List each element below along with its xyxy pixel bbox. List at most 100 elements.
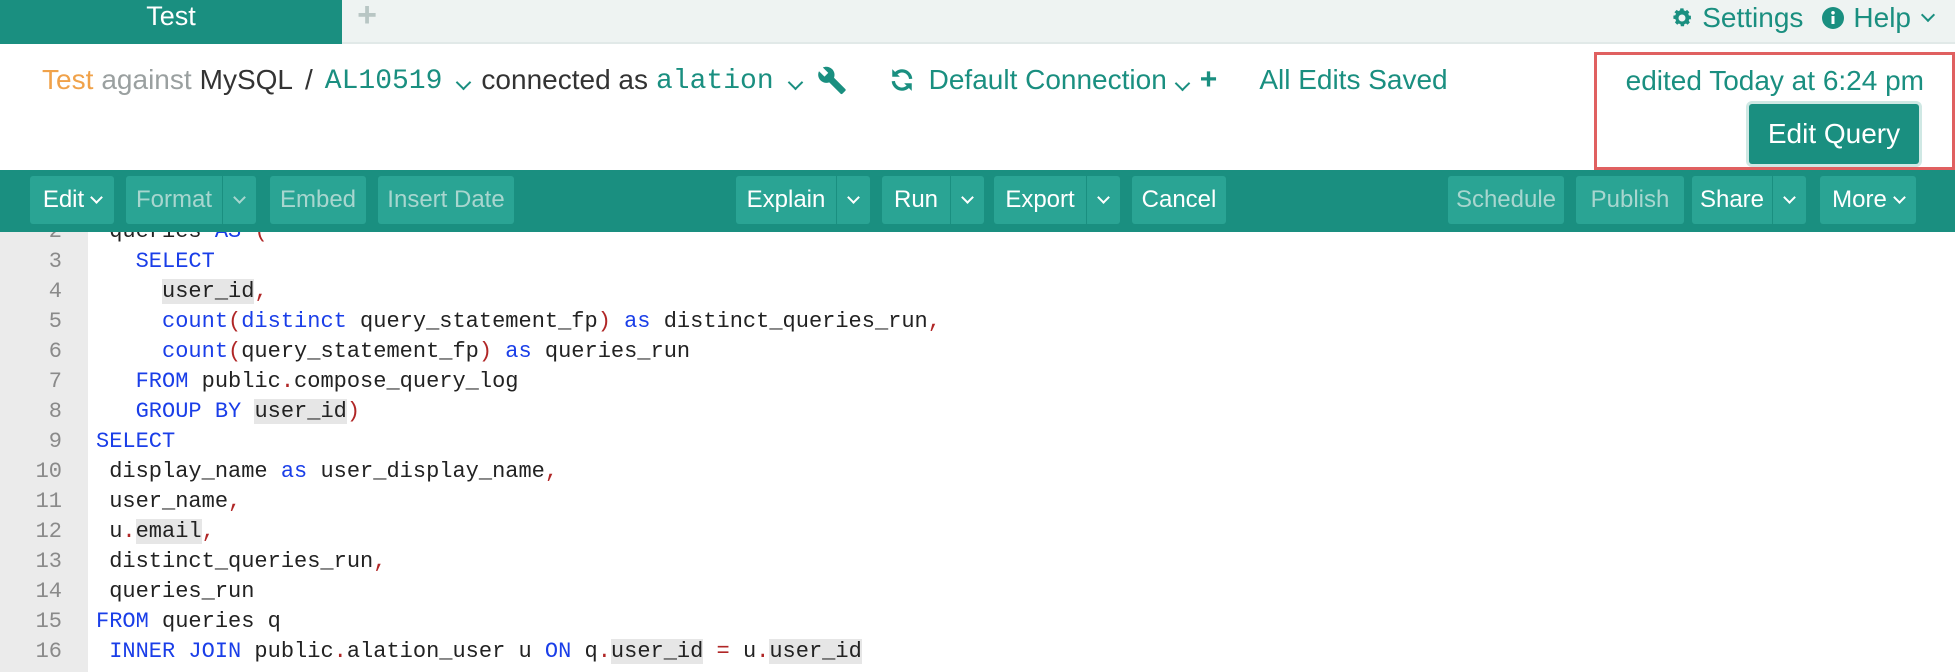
sql-token: queries_run	[96, 579, 255, 604]
sql-keyword: count	[162, 339, 229, 364]
embed-button[interactable]: Embed	[270, 176, 366, 224]
sql-punctuation: .	[280, 369, 295, 394]
edit-menu-button[interactable]: Edit	[30, 176, 114, 224]
export-button[interactable]: Export	[994, 176, 1086, 224]
add-connection-icon[interactable]: +	[1200, 63, 1218, 97]
chevron-down-icon	[1174, 75, 1191, 92]
publish-button[interactable]: Publish	[1576, 176, 1684, 224]
line-number: 14	[35, 579, 62, 604]
chevron-down-icon	[1920, 7, 1936, 23]
sql-keyword: AS	[215, 232, 241, 244]
code-text: distinct_queries_run,	[96, 547, 386, 577]
line-number: 4	[48, 279, 62, 304]
sql-punctuation: .	[597, 639, 611, 664]
line-number: 13	[35, 549, 62, 574]
export-dropdown-toggle[interactable]	[1086, 176, 1120, 224]
format-button[interactable]: Format	[126, 176, 222, 224]
share-dropdown-toggle[interactable]	[1772, 176, 1806, 224]
user-selector[interactable]: alation	[656, 63, 803, 97]
sql-token: alation_user u	[346, 639, 545, 664]
edited-timestamp: edited Today at 6:24 pm	[1625, 65, 1924, 96]
format-dropdown-toggle[interactable]	[222, 176, 256, 224]
tab-test[interactable]: Test	[0, 0, 342, 44]
code-line: 6 count(query_statement_fp) as queries_r…	[0, 337, 1955, 367]
schedule-button[interactable]: Schedule	[1448, 176, 1564, 224]
settings-button[interactable]: Settings	[1670, 2, 1803, 34]
gear-icon	[1673, 8, 1692, 27]
code-text: display_name as user_display_name,	[96, 457, 558, 487]
code-line: 13 distinct_queries_run,	[0, 547, 1955, 577]
sql-punctuation: .	[333, 639, 347, 664]
against-label: against	[101, 64, 192, 95]
highlighted-identifier: user_id	[769, 639, 862, 664]
chevron-down-icon	[90, 190, 104, 204]
code-line: 15 FROM queries q	[0, 607, 1955, 637]
sql-punctuation: ,	[544, 459, 559, 484]
settings-label: Settings	[1702, 2, 1804, 33]
sql-punctuation: )	[478, 339, 493, 364]
edit-label: Edit	[42, 186, 85, 213]
chevron-down-icon	[847, 190, 860, 204]
sql-token: u	[729, 639, 757, 664]
tab-bar: Test + Settings Help	[0, 0, 1955, 44]
explain-button[interactable]: Explain	[736, 176, 836, 224]
line-number: 12	[35, 519, 62, 544]
connection-selector[interactable]: Default Connection	[928, 64, 1191, 96]
line-number: 8	[48, 399, 62, 424]
sql-token: queries_run	[531, 339, 691, 364]
explain-dropdown-toggle[interactable]	[836, 176, 870, 224]
run-dropdown-toggle[interactable]	[950, 176, 984, 224]
code-text: SELECT	[96, 247, 215, 277]
info-circle-icon	[1822, 7, 1845, 29]
code-text: u.email,	[96, 517, 215, 547]
cancel-button[interactable]: Cancel	[1132, 176, 1226, 224]
sql-token: distinct_queries_run	[650, 309, 928, 334]
highlighted-identifier: user_id	[610, 639, 704, 664]
run-button[interactable]: Run	[882, 176, 950, 224]
highlighted-identifier: user_id	[254, 399, 347, 424]
datasource-name: AL10519	[324, 66, 443, 97]
line-number: 16	[35, 639, 62, 664]
code-text: FROM public.compose_query_log	[96, 367, 519, 397]
explain-split-button: Explain	[736, 176, 870, 224]
connected-user: alation	[656, 66, 774, 97]
edit-query-button[interactable]: Edit Query	[1749, 104, 1919, 164]
code-line: 8 GROUP BY user_id)	[0, 397, 1955, 427]
sql-punctuation: =	[716, 639, 730, 664]
add-tab-button[interactable]: +	[352, 0, 382, 32]
sql-token: user_name	[96, 489, 229, 514]
code-text: count(query_statement_fp) as queries_run	[96, 337, 690, 367]
breadcrumb-separator: /	[305, 64, 313, 95]
more-menu-button[interactable]: More	[1820, 176, 1916, 224]
format-split-button: Format	[126, 176, 256, 224]
code-line: 10 display_name as user_display_name,	[0, 457, 1955, 487]
wrench-icon[interactable]	[817, 65, 847, 95]
sql-keyword: ON	[544, 639, 572, 664]
insert-date-button[interactable]: Insert Date	[378, 176, 514, 224]
code-text: GROUP BY user_id)	[96, 397, 360, 427]
db-type-label: MySQL	[199, 64, 294, 95]
code-text: queries_run	[96, 577, 254, 607]
sql-keyword: GROUP BY	[135, 399, 242, 424]
help-menu[interactable]: Help	[1821, 2, 1936, 34]
connection-name: Default Connection	[928, 64, 1167, 95]
code-line: 2 queries AS (	[0, 232, 1955, 247]
share-button[interactable]: Share	[1692, 176, 1772, 224]
more-label: More	[1832, 186, 1887, 213]
chevron-down-icon	[787, 74, 803, 91]
tab-test-label: Test	[146, 1, 196, 31]
refresh-icon[interactable]	[889, 67, 915, 93]
sql-keyword: FROM	[96, 609, 149, 634]
datasource-selector[interactable]: AL10519	[324, 63, 472, 97]
sql-punctuation: ,	[201, 519, 215, 544]
run-split-button: Run	[882, 176, 984, 224]
sql-editor[interactable]: 2 queries AS (3 SELECT4 user_id,5 count(…	[0, 232, 1955, 672]
sql-token: u	[96, 519, 123, 544]
code-line: 4 user_id,	[0, 277, 1955, 307]
